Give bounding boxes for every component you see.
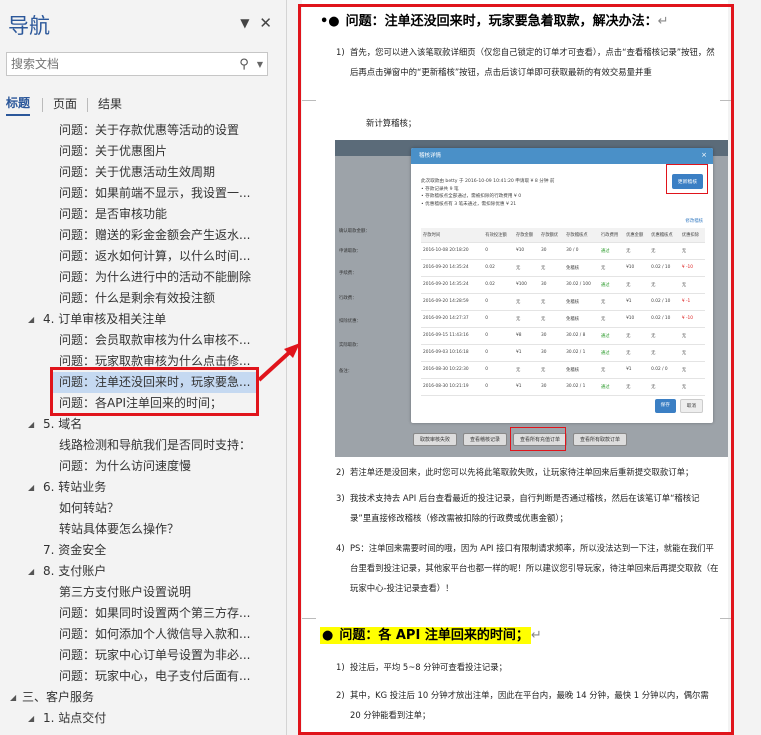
- annotation-arrow: [257, 343, 300, 382]
